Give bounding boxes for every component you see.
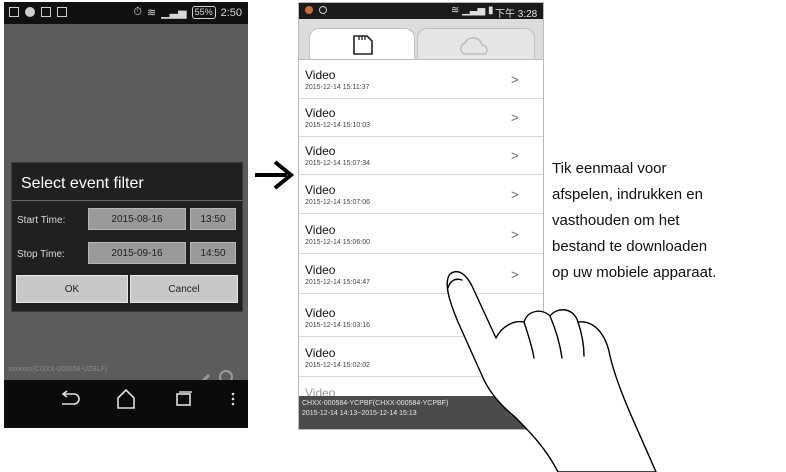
caption-line: vasthouden om het (552, 212, 680, 229)
signal-icon: ▁▃▅ (161, 7, 187, 19)
list-item[interactable]: Video 2015-12-14 15:07:34 > (299, 138, 543, 175)
item-date: 2015-12-14 15:04:47 (305, 279, 370, 286)
cloud-icon (460, 37, 488, 55)
chevron-right-icon: > (511, 187, 519, 202)
mail-icon (57, 7, 67, 17)
notification-icon (319, 6, 327, 14)
list-item[interactable]: Video 2015-12-14 15:06:00 > (299, 217, 543, 254)
dimmed-background: Select event filter Start Time: 2015-08-… (4, 24, 248, 389)
item-title: Video (305, 346, 336, 360)
item-title: Video (305, 306, 336, 320)
item-date: 2015-12-14 15:10:03 (305, 122, 370, 129)
tab-local-storage[interactable] (309, 28, 415, 59)
list-item[interactable]: Video 2015-12-14 15:11:37 > (299, 62, 543, 99)
left-phone-screen: ⏱ ≋ ▁▃▅ 55% 2:50 Select event filter Sta… (4, 2, 248, 428)
recent-apps-icon[interactable] (176, 391, 192, 406)
list-item[interactable]: Video 2015-12-14 15:07:06 > (299, 177, 543, 214)
item-date: 2015-12-14 15:07:06 (305, 199, 370, 206)
status-bar: ⏱ ≋ ▁▃▅ 55% 2:50 (4, 2, 248, 24)
item-title: Video (305, 263, 336, 277)
status-bar: ≋ ▁▃▅ ▮ 下午 3:28 (299, 3, 543, 20)
nav-buttons (61, 388, 235, 409)
item-date: 2015-12-14 15:06:00 (305, 239, 370, 246)
status-time: 2:50 (220, 6, 242, 19)
stop-time-field[interactable]: 14:50 (190, 242, 236, 264)
chevron-right-icon: > (511, 148, 519, 163)
stop-time-label: Stop Time: (17, 249, 65, 260)
event-filter-dialog: Select event filter Start Time: 2015-08-… (11, 162, 243, 312)
navigation-bar (4, 380, 248, 428)
pointing-hand-illustration (446, 270, 657, 472)
time-range-text: 2015-12-14 14:13~2015-12-14 15:13 (302, 410, 417, 417)
alarm-icon: ⏱ (133, 6, 142, 18)
caption-line: Tik eenmaal voor (552, 160, 667, 177)
dialog-title: Select event filter (21, 175, 144, 192)
item-title: Video (305, 223, 336, 237)
item-date: 2015-12-14 15:03:16 (305, 322, 370, 329)
sd-card-icon (353, 35, 373, 55)
cancel-button[interactable]: Cancel (130, 275, 238, 303)
item-date: 2015-12-14 15:07:34 (305, 160, 370, 167)
dialog-divider (12, 200, 242, 201)
status-time: 下午 3:28 (495, 9, 538, 20)
start-time-label: Start Time: (17, 215, 66, 226)
item-title: Video (305, 68, 336, 82)
item-title: Video (305, 183, 336, 197)
notification-icon (9, 7, 19, 17)
chevron-right-icon: > (511, 110, 519, 125)
storage-tabs (299, 19, 543, 60)
notification-icons (9, 7, 67, 17)
wifi-signal-icons: ≋ ▁▃▅ ▮ (451, 5, 494, 16)
battery-indicator: 55% (191, 6, 216, 19)
item-title: Video (305, 106, 336, 120)
chevron-right-icon: > (511, 72, 519, 87)
notification-icon (25, 7, 35, 17)
item-date: 2015-12-14 15:02:02 (305, 362, 370, 369)
caption-line: bestand te downloaden (552, 238, 708, 255)
arrow-icon (255, 160, 295, 190)
caption-line: afspelen, indrukken en (552, 186, 703, 203)
notification-icon (41, 7, 51, 17)
instruction-caption: Tik eenmaal voor afspelen, indrukken en … (552, 156, 786, 286)
back-icon[interactable] (61, 390, 80, 405)
list-item[interactable]: Video 2015-12-14 15:10:03 > (299, 100, 543, 137)
menu-icon[interactable] (231, 392, 235, 406)
device-name-text: xxxxxxx(CGXX-000058-UZBLF) (8, 366, 108, 373)
start-time-field[interactable]: 13:50 (190, 208, 236, 230)
start-date-field[interactable]: 2015-08-16 (88, 208, 186, 230)
chevron-right-icon: > (511, 227, 519, 242)
home-icon[interactable] (117, 388, 135, 409)
item-date: 2015-12-14 15:11:37 (305, 84, 370, 91)
caption-line: op uw mobiele apparaat. (552, 264, 717, 281)
notification-icon (305, 6, 313, 14)
ok-button[interactable]: OK (16, 275, 128, 303)
tab-cloud-storage[interactable] (417, 28, 535, 59)
stop-date-field[interactable]: 2015-09-16 (88, 242, 186, 264)
system-icons: ⏱ ≋ ▁▃▅ 55% 2:50 (133, 6, 242, 19)
wifi-icon: ≋ (146, 7, 157, 19)
item-title: Video (305, 144, 336, 158)
